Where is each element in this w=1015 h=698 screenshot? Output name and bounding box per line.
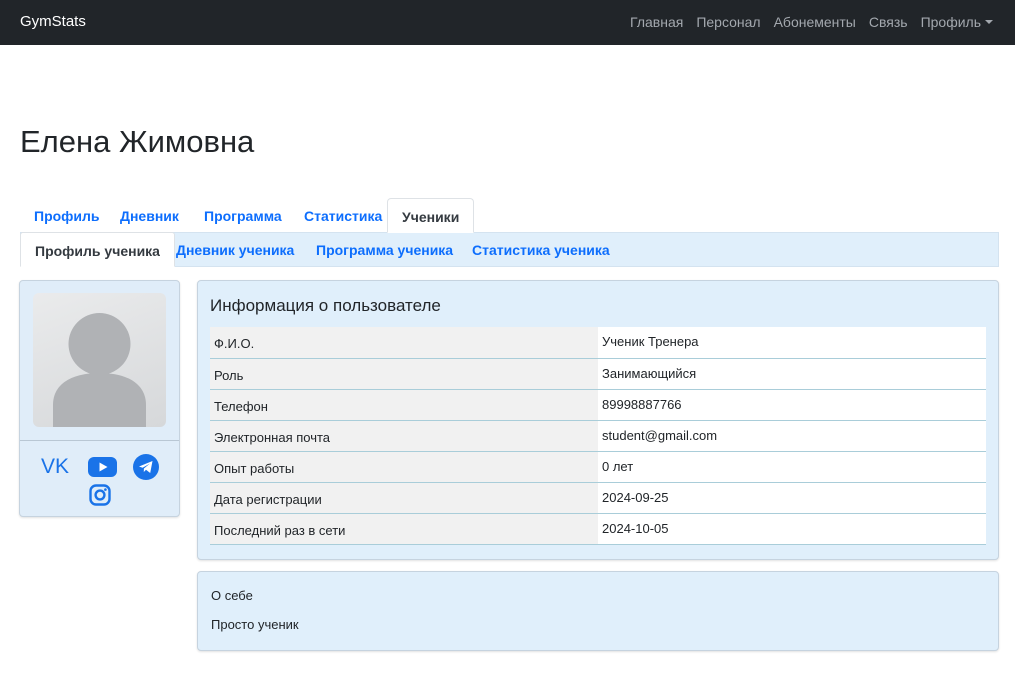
card-divider [20,440,179,441]
subtab-student-diary[interactable]: Дневник ученика [162,232,308,267]
avatar [33,293,166,427]
nav-profile-label: Профиль [920,14,981,30]
row-value: 2024-10-05 [598,513,986,545]
nav-links: Главная Персонал Абонементы Связь Профил… [617,14,993,30]
row-value: 2024-09-25 [598,482,986,514]
table-row: Роль Занимающийся [210,358,986,390]
profile-card: VK [19,280,180,517]
brand-logo[interactable]: GymStats [20,13,86,30]
row-label: Ф.И.О. [210,327,598,359]
user-info-title: Информация о пользователе [210,296,441,315]
youtube-icon[interactable] [88,457,117,477]
row-label: Опыт работы [210,451,598,483]
table-row: Ф.И.О. Ученик Тренера [210,327,986,359]
sub-tabs: Профиль ученика Дневник ученика Программ… [20,232,999,267]
about-title: О себе [211,588,253,603]
user-info-table: Ф.И.О. Ученик Тренера Роль Занимающийся Те… [210,327,986,545]
tab-profile[interactable]: Профиль [20,198,114,233]
row-value: student@gmail.com [598,420,986,452]
row-label: Последний раз в сети [210,513,598,545]
tab-program[interactable]: Программа [190,198,296,233]
table-row: Дата регистрации 2024-09-25 [210,482,986,514]
table-row: Опыт работы 0 лет [210,451,986,483]
nav-link-contact[interactable]: Связь [869,14,908,30]
top-navbar: GymStats Главная Персонал Абонементы Свя… [0,0,1015,45]
subtab-student-program[interactable]: Программа ученика [302,232,467,267]
telegram-icon[interactable] [133,454,159,480]
row-label: Электронная почта [210,420,598,452]
subtab-student-profile[interactable]: Профиль ученика [20,232,175,267]
row-label: Роль [210,358,598,390]
nav-link-staff[interactable]: Персонал [696,14,760,30]
row-value: 0 лет [598,451,986,483]
tab-diary[interactable]: Дневник [106,198,193,233]
user-info-card: Информация о пользователе Ф.И.О. Ученик Т… [197,280,999,560]
table-row: Электронная почта student@gmail.com [210,420,986,452]
tab-students[interactable]: Ученики [387,198,475,233]
subtab-student-statistics[interactable]: Статистика ученика [458,232,624,267]
vk-icon[interactable]: VK [41,454,69,480]
row-label: Телефон [210,389,598,421]
row-label: Дата регистрации [210,482,598,514]
main-tabs: Профиль Дневник Программа Статистика Уче… [20,198,999,233]
about-text: Просто ученик [211,617,299,632]
nav-profile-dropdown[interactable]: Профиль [921,14,993,30]
row-value: 89998887766 [598,389,986,421]
chevron-down-icon [985,20,993,24]
tab-statistics[interactable]: Статистика [290,198,396,233]
about-card: О себе Просто ученик [197,571,999,651]
row-value: Ученик Тренера [598,327,986,359]
user-silhouette-icon [53,313,146,427]
nav-link-home[interactable]: Главная [630,14,683,30]
nav-link-subscriptions[interactable]: Абонементы [774,14,856,30]
page-title: Елена Жимовна [20,124,255,159]
instagram-icon[interactable] [89,484,111,506]
table-row: Последний раз в сети 2024-10-05 [210,513,986,545]
table-row: Телефон 89998887766 [210,389,986,421]
row-value: Занимающийся [598,358,986,390]
